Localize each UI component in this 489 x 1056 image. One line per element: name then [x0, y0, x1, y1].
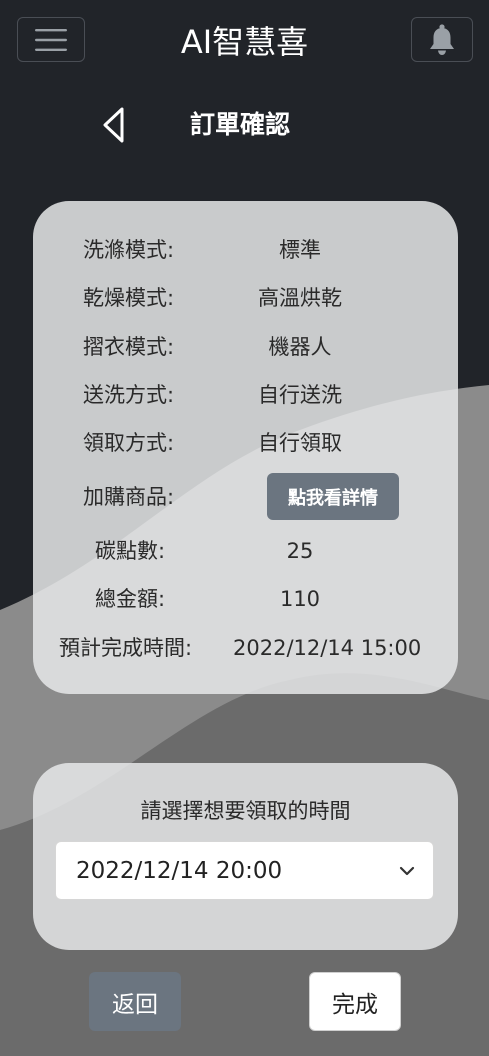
estimated-finish-label: 預計完成時間: — [59, 636, 193, 660]
order-row-total: 總金額: 110 — [33, 582, 458, 616]
pickup-time-selected: 2022/12/14 20:00 — [76, 858, 283, 884]
estimated-finish-value: 2022/12/14 15:00 — [233, 636, 422, 660]
pickup-method-value: 自行領取 — [258, 431, 342, 455]
order-row-pickup-method: 領取方式: 自行領取 — [33, 426, 458, 460]
done-button[interactable]: 完成 — [309, 972, 401, 1031]
dry-mode-value: 高溫烘乾 — [258, 286, 342, 310]
addon-label: 加購商品: — [83, 485, 175, 509]
total-amount-label: 總金額: — [95, 587, 166, 611]
dry-mode-label: 乾燥模式: — [83, 286, 175, 310]
total-amount-value: 110 — [279, 587, 321, 611]
fold-mode-value: 機器人 — [268, 335, 332, 359]
fold-mode-label: 摺衣模式: — [83, 335, 175, 359]
pickup-time-card: 請選擇想要領取的時間 2022/12/14 20:00 — [33, 763, 458, 950]
wash-mode-value: 標準 — [279, 238, 321, 262]
pickup-time-prompt: 請選擇想要領取的時間 — [140, 799, 351, 823]
carbon-points-label: 碳點數: — [95, 539, 166, 563]
order-row-carbon-points: 碳點數: 25 — [33, 534, 458, 568]
back-arrow-icon[interactable] — [98, 106, 132, 144]
order-summary-card: 洗滌模式: 標準 乾燥模式: 高溫烘乾 摺衣模式: 機器人 送洗方式: 自行送洗… — [33, 201, 458, 694]
order-row-fold-mode: 摺衣模式: 機器人 — [33, 330, 458, 364]
order-row-wash-mode: 洗滌模式: 標準 — [33, 233, 458, 267]
notification-button[interactable] — [411, 17, 473, 62]
order-row-estimated-finish: 預計完成時間: 2022/12/14 15:00 — [33, 631, 458, 665]
wash-mode-label: 洗滌模式: — [83, 238, 175, 262]
addon-details-button[interactable]: 點我看詳情 — [267, 473, 399, 520]
pickup-method-label: 領取方式: — [83, 431, 175, 455]
pickup-time-select[interactable]: 2022/12/14 20:00 — [55, 841, 434, 900]
dropoff-method-label: 送洗方式: — [83, 383, 175, 407]
chevron-down-icon — [399, 866, 415, 876]
dropoff-method-value: 自行送洗 — [258, 383, 342, 407]
order-row-dry-mode: 乾燥模式: 高溫烘乾 — [33, 281, 458, 315]
bell-icon — [430, 23, 454, 55]
carbon-points-value: 25 — [286, 539, 314, 563]
page-title: 訂單確認 — [190, 110, 291, 139]
order-row-dropoff-method: 送洗方式: 自行送洗 — [33, 378, 458, 412]
back-button[interactable]: 返回 — [89, 972, 181, 1031]
